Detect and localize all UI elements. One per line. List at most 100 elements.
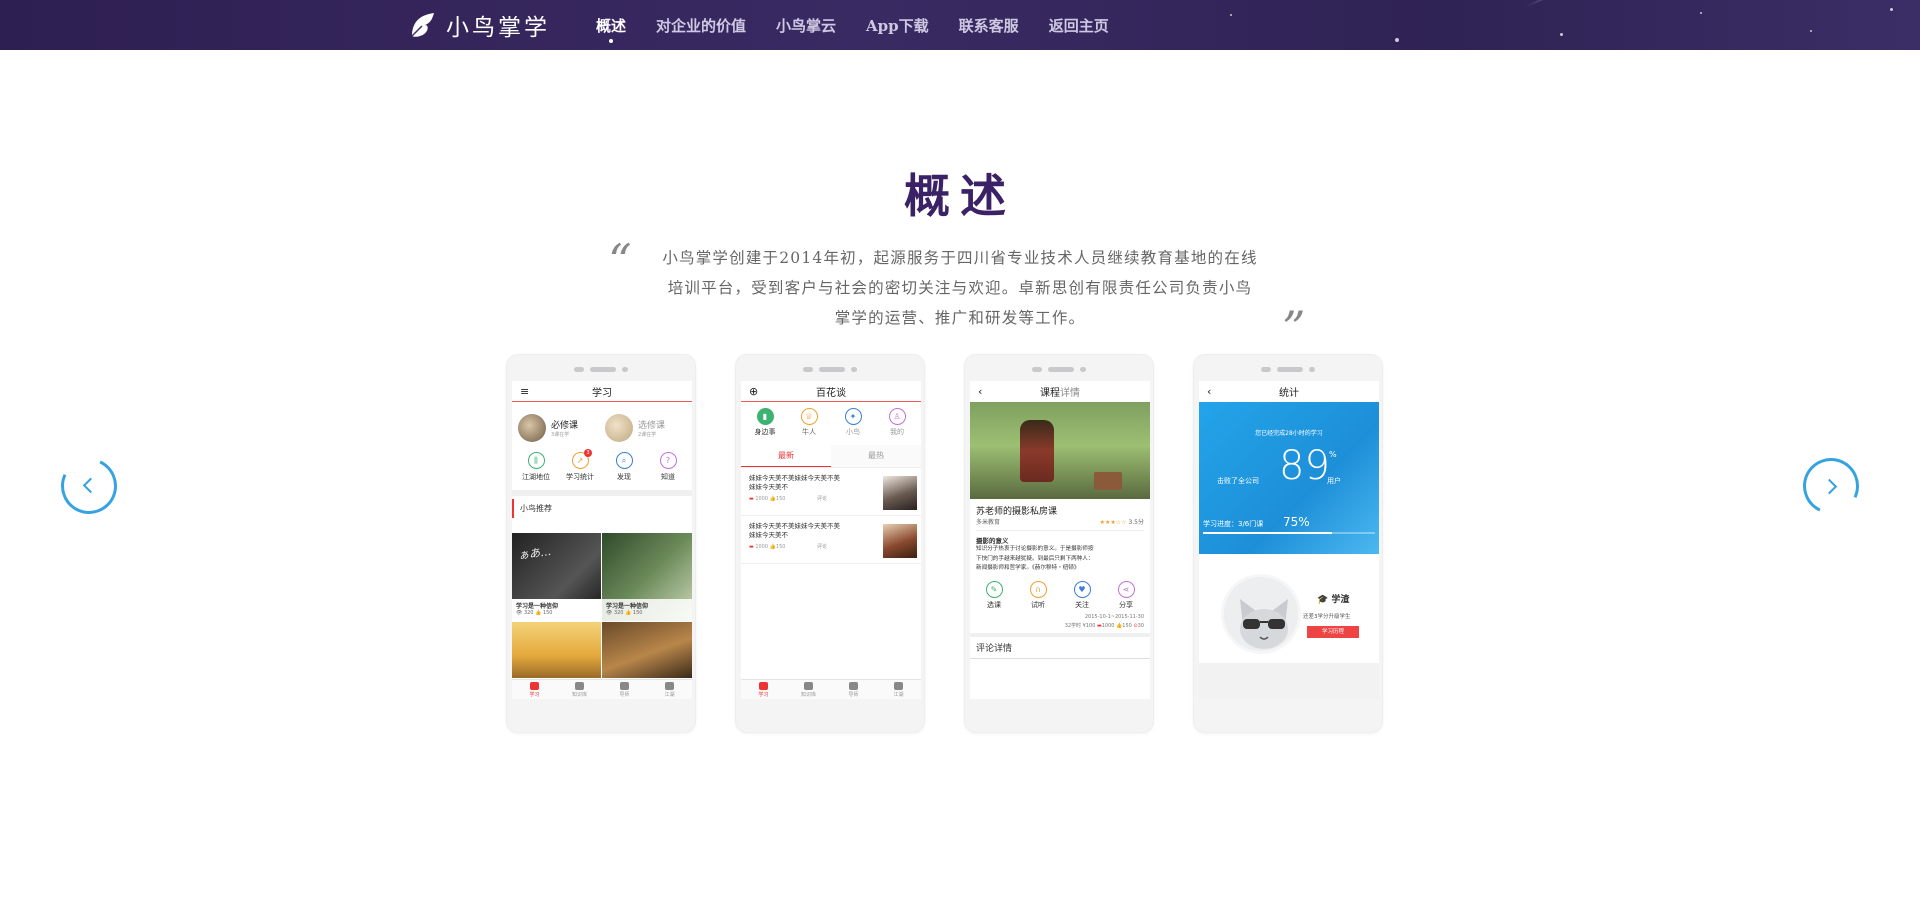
carousel-next-button[interactable] (1795, 450, 1867, 522)
tab-knowledge[interactable]: 知识库 (557, 680, 602, 699)
required-course[interactable]: 必修课 3课在学 (518, 414, 599, 442)
required-label: 必修课 (551, 421, 579, 431)
action-follow[interactable]: ♥ 关注 (1062, 580, 1102, 610)
discover-icon: ⌕ (615, 452, 633, 469)
chat-icon (665, 682, 674, 690)
action-enroll[interactable]: ✎ 选课 (974, 580, 1014, 610)
recommend-image[interactable] (512, 622, 601, 678)
course-types: 必修课 3课在学 选修课 2课在学 (512, 402, 692, 448)
comments-header[interactable]: 评论详情 (970, 632, 1150, 659)
folder-icon (804, 682, 813, 690)
overview-description: 小鸟掌学创建于2014年初，起源服务于四川省专业技术人员继续教育基地的在线 培训… (635, 243, 1285, 333)
grid-label: 牛人 (802, 428, 816, 436)
phone-screen: ⊕ 百花谈 ▮ 身边事 ♕ 牛人 ✦ 小鸟 ♙ 我的 最新 最热 妹妹今天美不美妹妹今天美… (741, 381, 921, 699)
action-trial[interactable]: ∩ 试听 (1018, 580, 1058, 610)
action-label: 关注 (1075, 600, 1089, 609)
recommend-card[interactable]: 学习是一种信仰 👁 320 👍 150 (602, 533, 692, 621)
menu-icon: ≡ (520, 384, 530, 398)
grid-item-stats[interactable]: ↗ 3 学习统计 (560, 449, 600, 482)
close-quote-mark: ” (1282, 301, 1306, 355)
tab-community[interactable]: 江湖 (876, 680, 921, 699)
elective-course[interactable]: 选修课 2课在学 (605, 414, 686, 442)
screen-header: ≡ 学习 (512, 381, 692, 402)
post-text: 妹妹今天美不美妹妹今天美不美 (749, 522, 840, 530)
headphones-icon: ∩ (1029, 580, 1047, 598)
back-icon[interactable]: ‹ (1207, 385, 1211, 398)
logo[interactable]: 小鸟掌学 (408, 9, 550, 41)
open-quote-mark: “ (608, 234, 632, 288)
elective-sub: 2课在学 (638, 432, 657, 438)
star-decoration (1890, 8, 1893, 11)
intro-line: 知识分子热衷于讨论摄影的意义。于是摄影师按 (976, 546, 1094, 552)
tab-community[interactable]: 江湖 (647, 680, 692, 699)
post-text: 妹妹今天美不美妹妹今天美不美 (749, 474, 840, 482)
phone-speaker (507, 367, 695, 372)
bird-logo-icon (411, 13, 434, 37)
intro-title: 摄影的意义 (976, 537, 1009, 545)
study-history-button[interactable]: 学习历程 (1307, 626, 1359, 638)
nav-back-home[interactable]: 返回主页 (1049, 15, 1109, 36)
tab-mentor[interactable]: 导师 (831, 680, 876, 699)
star-decoration (1810, 30, 1812, 32)
screen-header: ⊕ 百花谈 (741, 381, 921, 402)
description-line: 小鸟掌学创建于2014年初，起源服务于四川省专业技术人员继续教育基地的在线 (662, 249, 1258, 267)
nav-app-download[interactable]: App下载 (866, 15, 929, 36)
bottom-tab-bar: 学习 知识库 导师 江湖 (512, 679, 692, 699)
nav-enterprise-value[interactable]: 对企业的价值 (656, 15, 746, 36)
phone-mockup-study: ≡ 学习 必修课 3课在学 选修课 2课在学 ⫼ 江湖地位 ↗ 3 学习统计 ⌕ 发现 ? 知道… (506, 354, 696, 733)
course-thumb (518, 414, 546, 442)
category-experts[interactable]: ♕ 牛人 (789, 408, 829, 437)
user-icon: ♙ (888, 408, 906, 425)
recommend-image[interactable] (602, 622, 692, 678)
question-icon: ? (659, 452, 677, 469)
carousel-prev-button[interactable] (53, 450, 125, 522)
percent-sign: % (1329, 450, 1337, 459)
stats-icon: ▮ (756, 408, 774, 425)
category-mine[interactable]: ♙ 我的 (877, 408, 917, 437)
chevron-right-icon (1821, 478, 1838, 495)
grid-item-rank[interactable]: ⫼ 江湖地位 (516, 452, 556, 482)
divider (512, 490, 692, 496)
category-bird[interactable]: ✦ 小鸟 (833, 408, 873, 437)
tab-hottest[interactable]: 最热 (831, 445, 921, 467)
nav-contact-service[interactable]: 联系客服 (959, 15, 1019, 36)
tab-study[interactable]: 学习 (512, 680, 557, 699)
film-icon (849, 682, 858, 690)
user-note: 还差3学分升级学生 (1303, 614, 1351, 620)
grid-item-know[interactable]: ? 知道 (648, 452, 688, 482)
grid-item-discover[interactable]: ⌕ 发现 (604, 452, 644, 482)
tab-latest[interactable]: 最新 (741, 445, 831, 467)
tab-study[interactable]: 学习 (741, 680, 786, 699)
elective-label: 选修课 (638, 421, 666, 431)
person-icon (530, 682, 539, 690)
screen-title: 课程详情 (1040, 388, 1080, 399)
pencil-icon: ✎ (985, 580, 1003, 598)
back-icon[interactable]: ‹ (978, 385, 982, 398)
category-nearby[interactable]: ▮ 身边事 (745, 408, 785, 437)
progress-fill (1203, 532, 1332, 534)
course-info: 苏老师的摄影私房课 多米教育 ★★★☆☆ 3.5分 摄影的意义 知识分子热衷于讨论… (970, 499, 1150, 579)
chat-icon (894, 682, 903, 690)
nav-cloud[interactable]: 小鸟掌云 (776, 15, 836, 36)
avatar[interactable] (1221, 574, 1301, 654)
tab-knowledge[interactable]: 知识库 (786, 680, 831, 699)
star-decoration (1230, 14, 1232, 16)
card-likes: 150 (632, 610, 643, 616)
heart-icon: ♥ (1073, 580, 1091, 598)
list-item[interactable]: 妹妹今天美不美妹妹今天美不美 妹妹今天美不 ▬ 1000 👍150 评论 (741, 516, 921, 564)
cat-avatar-icon (1240, 599, 1288, 649)
card-caption: 学习是一种信仰 👁 320 👍 150 (512, 599, 601, 621)
action-share[interactable]: ⋖ 分享 (1106, 580, 1146, 610)
tab-mentor[interactable]: 导师 (602, 680, 647, 699)
course-org: 多米教育 (976, 519, 1001, 526)
user-name-row: 🎓 学渣 (1317, 592, 1349, 605)
phone-mockup-statistics: ‹ 统计 您已经完成28小时的学习 击败了全公司 89 % 用户 学习进度：3/6… (1193, 354, 1383, 733)
beat-label: 击败了全公司 (1217, 477, 1259, 485)
nav-overview[interactable]: 概述 (596, 15, 626, 43)
list-item[interactable]: 妹妹今天美不美妹妹今天美不美 妹妹今天美不 ▬ 1000 👍150 评论 (741, 468, 921, 516)
screen-header: ‹ 课程详情 (970, 381, 1150, 402)
notification-badge: 3 (584, 449, 592, 457)
recommend-card[interactable]: ぁあ… 学习是一种信仰 👁 320 👍 150 (512, 533, 601, 621)
beat-percent: 89 (1279, 443, 1330, 489)
bird-icon: ✦ (844, 408, 862, 425)
